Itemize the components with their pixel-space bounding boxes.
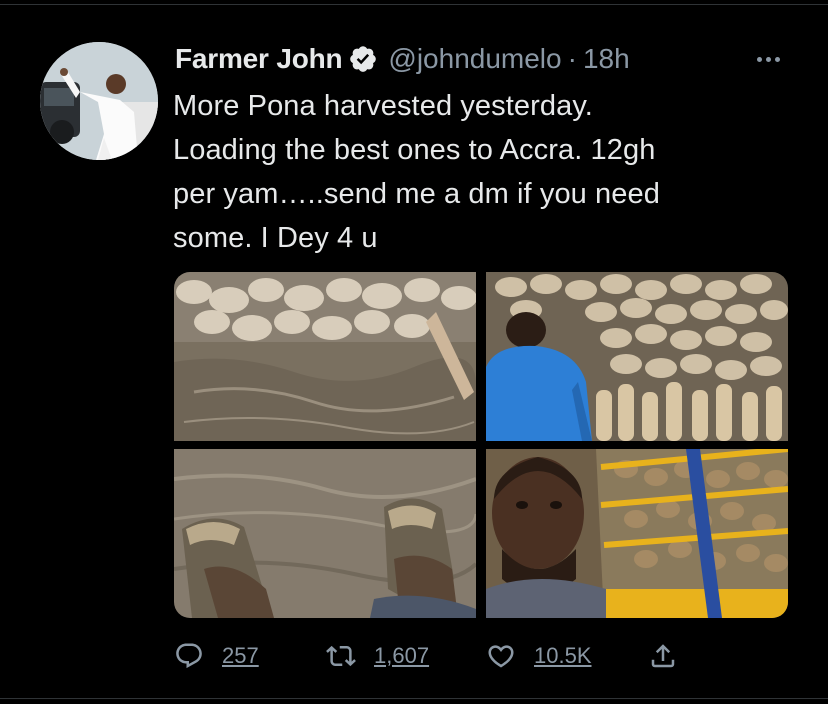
share-button[interactable] [648, 636, 696, 676]
media-photo-feet-in-mud[interactable] [174, 449, 476, 618]
like-count: 10.5K [534, 643, 592, 668]
share-icon [651, 644, 675, 668]
heart-icon [488, 645, 514, 668]
media-photo-yams-on-mud[interactable] [174, 272, 476, 441]
reply-icon [176, 643, 202, 669]
media-photo-yam-pile-man[interactable] [486, 272, 788, 441]
reply-count: 257 [222, 643, 259, 668]
bottom-divider [0, 698, 828, 699]
retweet-count: 1,607 [374, 643, 430, 668]
more-icon[interactable] [746, 44, 790, 74]
top-divider [0, 4, 828, 5]
verified-badge-icon [348, 44, 378, 74]
author-name[interactable]: Farmer John [175, 43, 343, 75]
separator-dot: · [567, 43, 577, 74]
reply-button[interactable]: 257 [174, 636, 259, 676]
media-photo-selfie-truck[interactable] [486, 449, 788, 618]
tweet-text: More Pona harvested yesterday. Loading t… [173, 90, 660, 254]
tweet-header: Farmer John @johndumelo · 18h [175, 38, 630, 80]
author-handle[interactable]: @johndumelo [388, 43, 561, 75]
retweet-button[interactable]: 1,607 [326, 636, 429, 676]
retweet-icon [326, 645, 356, 667]
timestamp[interactable]: 18h [583, 43, 630, 75]
avatar-photo [40, 42, 158, 160]
tweet-actions: 257 1,607 10.5K [174, 636, 694, 676]
avatar[interactable] [40, 42, 158, 160]
like-button[interactable]: 10.5K [486, 636, 592, 676]
media-grid[interactable] [174, 272, 788, 618]
